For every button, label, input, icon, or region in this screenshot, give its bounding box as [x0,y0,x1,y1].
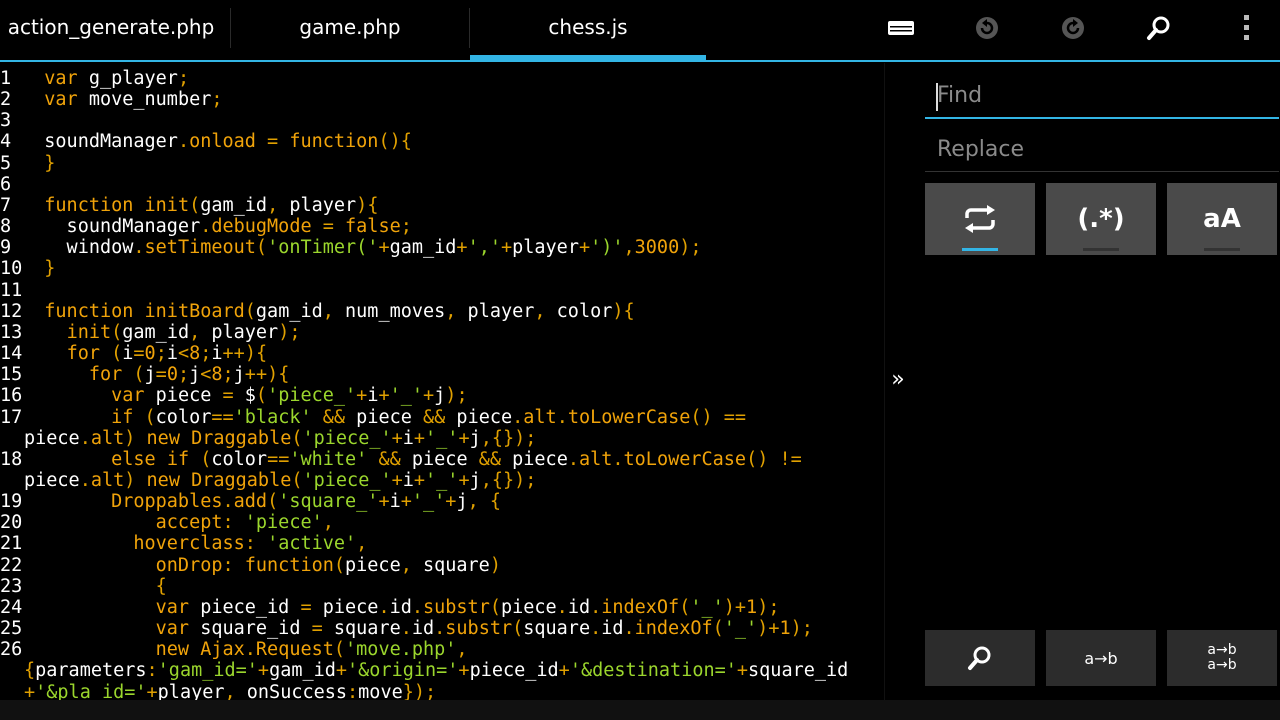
search-icon[interactable] [1139,8,1179,48]
code-content[interactable]: 1 var g_player; 2 var move_number; 3 4 s… [0,68,848,700]
code-line[interactable]: {parameters:'gam_id='+gam_id+'&origin='+… [0,660,848,681]
code-line[interactable]: 6 [0,174,22,195]
code-line[interactable]: piece.alt) new Draggable('piece_'+i+'_'+… [0,470,536,491]
replace-button[interactable]: a→b [1046,630,1156,686]
top-bar: action_generate.php game.php chess.js [0,0,1280,61]
collapse-panel-button[interactable]: » [885,363,911,397]
code-editor[interactable]: 1 var g_player; 2 var move_number; 3 4 s… [0,63,884,700]
tab-label: game.php [299,15,401,39]
replace-label: a→b [1084,648,1118,668]
replace-all-toggle[interactable] [925,183,1035,255]
tab-action-generate-php[interactable]: action_generate.php [0,0,222,56]
code-line[interactable]: 8 soundManager.debugMode = false; [0,216,412,237]
tab-chess-js[interactable]: chess.js [470,0,706,56]
code-line[interactable]: 2 var move_number; [0,89,223,110]
code-line[interactable]: 5 } [0,153,55,174]
code-line[interactable]: 12 function initBoard(gam_id, num_moves,… [0,301,635,322]
code-line[interactable]: 15 for (j=0;j<8;j++){ [0,364,289,385]
tab-separator [230,8,231,48]
replace-all-button[interactable]: a→b a→b [1167,630,1277,686]
replace-all-label-line2: a→b [1207,657,1237,673]
find-button[interactable] [925,630,1035,686]
find-input[interactable]: Find [925,77,1279,119]
code-line[interactable]: 1 var g_player; [0,68,189,89]
code-line[interactable]: 16 var piece = $('piece_'+i+'_'+j); [0,385,468,406]
overflow-menu-icon[interactable] [1226,8,1266,48]
repeat-icon [965,205,995,233]
code-line[interactable]: 9 window.setTimeout('onTimer('+gam_id+',… [0,237,702,258]
code-line[interactable]: 7 function init(gam_id, player){ [0,195,378,216]
tab-label: chess.js [548,15,628,39]
match-case-toggle[interactable]: aA [1167,183,1277,255]
code-line[interactable]: 23 { [0,576,167,597]
replace-placeholder: Replace [937,137,1025,162]
code-line[interactable]: 13 init(gam_id, player); [0,322,300,343]
match-case-label: aA [1203,204,1241,234]
replace-all-label-line1: a→b [1207,642,1237,658]
code-line[interactable]: 26 new Ajax.Request('move.php', [0,639,468,660]
bottom-strip [0,700,1280,720]
code-line[interactable]: 25 var square_id = square.id.substr(squa… [0,618,813,639]
code-line[interactable]: 3 [0,110,22,131]
text-cursor [936,83,938,111]
code-line[interactable]: 18 else if (color=='white' && piece && p… [0,449,802,470]
code-line[interactable]: +'&pla_id='+player, onSuccess:move}); [0,682,436,700]
code-line[interactable]: 22 onDrop: function(piece, square) [0,555,501,576]
code-line[interactable]: 24 var piece_id = piece.id.substr(piece.… [0,597,779,618]
code-line[interactable]: 19 Droppables.add('square_'+i+'_'+j, { [0,491,501,512]
regex-toggle[interactable]: (.*) [1046,183,1156,255]
undo-icon[interactable] [967,8,1007,48]
toggle-indicator [962,248,998,251]
find-placeholder: Find [937,83,983,108]
tab-game-php[interactable]: game.php [232,0,468,56]
code-line[interactable]: 11 [0,280,22,301]
search-icon [968,646,991,670]
replace-input[interactable]: Replace [925,131,1279,172]
code-line[interactable]: 10 } [0,258,55,279]
tab-label: action_generate.php [7,15,215,39]
code-line[interactable]: 20 accept: 'piece', [0,512,334,533]
code-line[interactable]: 21 hoverclass: 'active', [0,533,367,554]
code-line[interactable]: piece.alt) new Draggable('piece_'+i+'_'+… [0,428,536,449]
double-chevron-right-icon: » [891,367,905,392]
toolbar-divider [0,60,1280,62]
toggle-indicator [1204,248,1240,251]
code-line[interactable]: 14 for (i=0;i<8;i++){ [0,343,267,364]
toggle-indicator [1083,248,1119,251]
keyboard-icon[interactable] [881,8,921,48]
code-line[interactable]: 17 if (color=='black' && piece && piece.… [0,407,746,428]
regex-label: (.*) [1077,204,1125,234]
redo-icon[interactable] [1053,8,1093,48]
code-line[interactable]: 4 soundManager.onload = function(){ [0,131,412,152]
find-replace-panel: » Find Replace (.*) aA a→b a→b a→b [884,63,1280,700]
